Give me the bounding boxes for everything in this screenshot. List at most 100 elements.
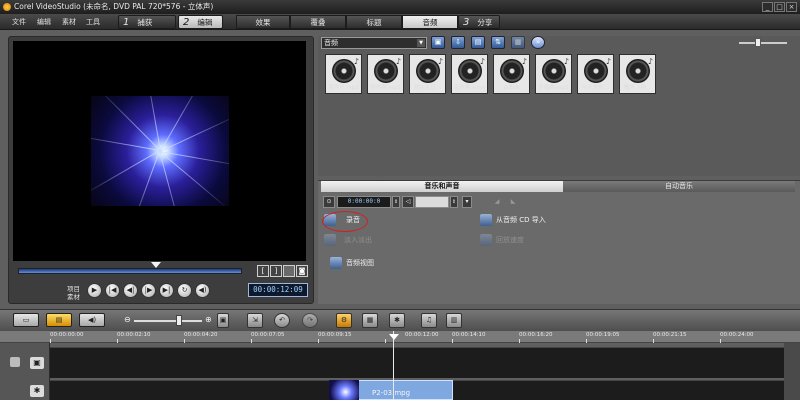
step-edit[interactable]: 2 编辑 <box>178 15 223 29</box>
audio-view-label: 音频视图 <box>346 259 374 267</box>
play-button[interactable]: ▶ <box>87 283 102 298</box>
playback-speed-option[interactable]: 回放速度 <box>480 234 524 246</box>
volume-stepper[interactable]: ⇕ <box>450 196 458 208</box>
undo-icon[interactable]: ↶ <box>274 313 290 328</box>
track-visibility-icon[interactable] <box>10 357 20 367</box>
go-to-end-button[interactable]: ▶| <box>159 283 174 298</box>
library-manager-icon[interactable]: ▤ <box>471 36 485 49</box>
previous-frame-button[interactable]: ◀| <box>123 283 138 298</box>
ruler-label: 00:00:00:00 <box>50 332 84 338</box>
zoom-out-icon[interactable]: ⊖ <box>124 315 131 324</box>
preview-scrub-bar[interactable] <box>18 268 242 274</box>
timeline-scrollbar[interactable] <box>784 343 800 400</box>
playhead-line[interactable] <box>393 331 394 400</box>
ruler-label: 00:00:02:10 <box>117 332 151 338</box>
clip-mode-label[interactable]: 素材 <box>44 291 80 301</box>
step-capture-label: 捕获 <box>137 18 153 27</box>
library-category-select[interactable]: 音频 ▼ <box>321 37 427 49</box>
chapter-icon[interactable]: ▦ <box>362 313 378 328</box>
zoom-in-icon[interactable]: ⊕ <box>205 315 212 324</box>
split-clip-icon[interactable] <box>283 265 295 277</box>
folder-icon[interactable]: ▣ <box>431 36 445 49</box>
import-from-cd-option[interactable]: 从音频 CD 导入 <box>480 214 546 226</box>
menu-file[interactable]: 文件 <box>12 14 26 30</box>
audio-thumbnail-label: 伴唱曲.mp3 <box>538 85 569 91</box>
timeline-zoom-thumb[interactable] <box>176 315 182 326</box>
thumbnail-size-slider[interactable] <box>739 42 787 44</box>
video-track-icon[interactable]: ▣ <box>30 357 44 369</box>
duration-field[interactable]: 0:00:00:0 <box>337 196 391 208</box>
audio-thumbnail-label: 某声乐.mp3 <box>328 85 359 91</box>
step-share[interactable]: 3 分享 <box>458 15 500 29</box>
timeline-view-button[interactable]: ▤ <box>46 313 72 327</box>
ruler-tick <box>653 339 654 343</box>
fade-in-icon[interactable]: ◢ <box>490 196 504 208</box>
enlarge-preview-icon[interactable]: ◙ <box>296 265 308 277</box>
clip-name: P2-03.mpg <box>372 389 411 397</box>
tab-effects[interactable]: 效果 <box>236 15 290 29</box>
video-track[interactable] <box>50 347 784 378</box>
menu-tools[interactable]: 工具 <box>86 14 100 30</box>
timeline-zoom-slider[interactable] <box>134 320 202 322</box>
fade-out-icon[interactable]: ◣ <box>506 196 520 208</box>
fade-option[interactable]: 淡入淡出 <box>324 234 372 246</box>
repeat-button[interactable]: ↻ <box>177 283 192 298</box>
tab-audio[interactable]: 音频 <box>402 15 458 29</box>
ruler-label: 00:00:07:05 <box>251 332 285 338</box>
storyboard-view-button[interactable]: ▭ <box>13 313 39 327</box>
insert-media-icon[interactable]: ⇲ <box>247 313 263 328</box>
audio-view-option[interactable]: 音频视图 <box>330 257 374 269</box>
smart-render-icon[interactable]: ⚙ <box>336 313 352 328</box>
timecode-display[interactable]: 00:00:12:09 <box>248 283 308 297</box>
expand-icon[interactable]: » <box>531 36 545 49</box>
ruler-tick <box>586 339 587 343</box>
trim-mark-in-button[interactable]: [ <box>257 265 269 277</box>
fade-option-label: 淡入淡出 <box>344 236 372 244</box>
overlay-track-icon[interactable]: ✱ <box>30 385 44 397</box>
audio-mixer-icon[interactable]: ♫ <box>421 313 437 328</box>
trim-mark-out-button[interactable]: ] <box>270 265 282 277</box>
thumbnail-size-thumb[interactable] <box>755 38 761 47</box>
clip-volume-field[interactable] <box>415 196 449 208</box>
ruler-tick <box>452 339 453 343</box>
ruler-label: 00:00:19:05 <box>586 332 620 338</box>
ruler-label: 00:00:14:10 <box>452 332 486 338</box>
next-frame-button[interactable]: |▶ <box>141 283 156 298</box>
ruler-tick <box>50 339 51 343</box>
menu-clip[interactable]: 素材 <box>62 14 76 30</box>
track-manager-icon[interactable]: ▥ <box>446 313 462 328</box>
speed-icon <box>480 234 492 246</box>
step-edit-number: 2 <box>183 17 190 28</box>
clip-thumbnail <box>329 380 359 400</box>
options-icon[interactable]: ▦ <box>511 36 525 49</box>
duration-stepper[interactable]: ⇕ <box>392 196 400 208</box>
playhead-handle[interactable] <box>389 334 399 340</box>
ruler-tick <box>519 339 520 343</box>
minimize-button[interactable]: _ <box>762 2 773 12</box>
volume-menu-button[interactable]: ▾ <box>462 196 472 208</box>
tab-music-and-sound[interactable]: 音乐和声音 <box>321 181 563 192</box>
playback-speed-label: 回放速度 <box>496 236 524 244</box>
menu-edit[interactable]: 编辑 <box>37 14 51 30</box>
tab-auto-music[interactable]: 自动音乐 <box>563 181 795 192</box>
close-button[interactable]: × <box>786 2 797 12</box>
audio-thumbnail-label: 古筝曲 <box>503 85 520 91</box>
volume-button[interactable]: ◀) <box>195 283 210 298</box>
motion-track-icon[interactable]: ✱ <box>389 313 405 328</box>
redo-icon[interactable]: ↷ <box>302 313 318 328</box>
audio-view-button[interactable]: ◀) <box>79 313 105 327</box>
step-capture[interactable]: 1 捕获 <box>118 15 176 29</box>
fade-icon <box>324 234 336 246</box>
sort-icon[interactable]: ⇅ <box>491 36 505 49</box>
duration-icon: ⊙ <box>323 196 335 208</box>
tab-overlay[interactable]: 覆叠 <box>290 15 346 29</box>
audio-thumbnail-label: 今天是你... <box>581 85 610 91</box>
cd-import-icon <box>480 214 492 226</box>
library-category-value: 音频 <box>324 39 338 47</box>
scrub-handle[interactable] <box>151 262 161 268</box>
maximize-button[interactable]: □ <box>774 2 785 12</box>
import-media-icon[interactable]: ⇩ <box>451 36 465 49</box>
fit-project-icon[interactable]: ▣ <box>217 313 229 328</box>
go-to-start-button[interactable]: |◀ <box>105 283 120 298</box>
tab-title[interactable]: 标题 <box>346 15 402 29</box>
